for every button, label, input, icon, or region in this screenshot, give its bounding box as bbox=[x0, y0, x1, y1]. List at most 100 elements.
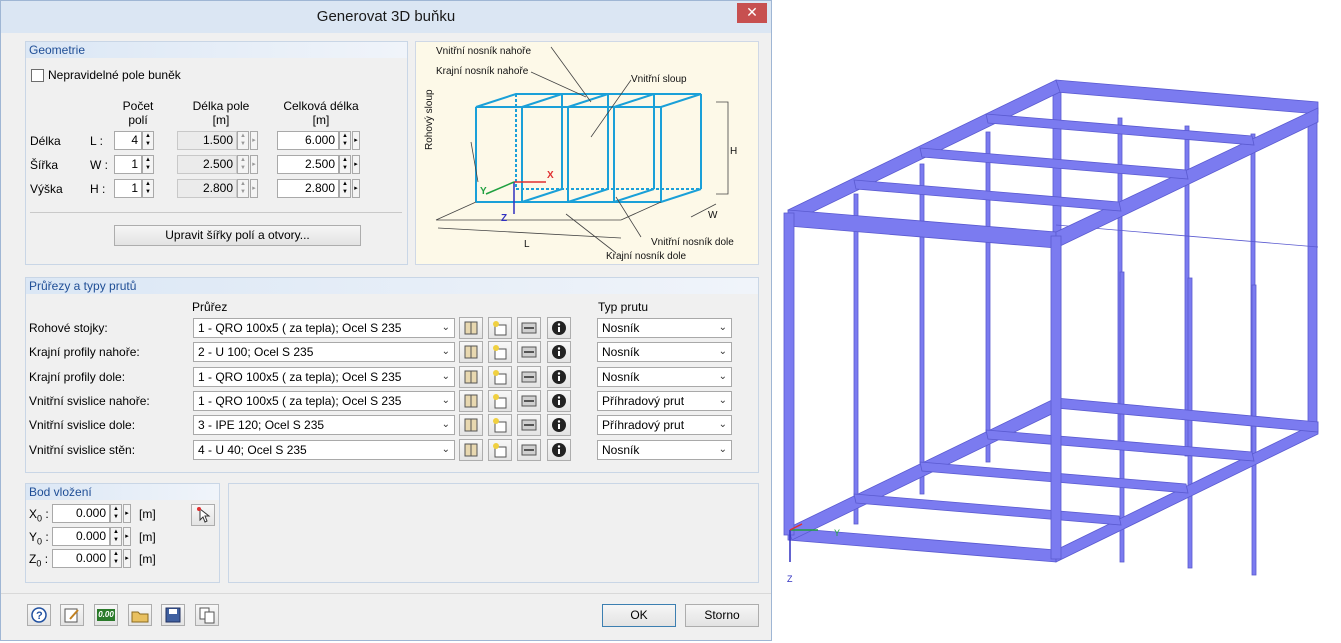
width-total-input[interactable]: 2.500 bbox=[277, 155, 339, 174]
section-row-label: Krajní profily nahoře: bbox=[29, 345, 140, 359]
insertion-coord-input[interactable]: 0.000 bbox=[52, 549, 110, 568]
title-bar[interactable]: Generovat 3D buňku ✕ bbox=[1, 1, 771, 33]
insertion-coord-spinner[interactable]: ▲ ▼ bbox=[110, 549, 122, 568]
pick-point-button[interactable] bbox=[191, 504, 215, 526]
height-total-spinner[interactable]: ▲ ▼ bbox=[339, 179, 351, 198]
help-icon: ? bbox=[31, 607, 47, 623]
library-button[interactable] bbox=[459, 414, 483, 436]
length-total-arrow[interactable]: ▸ bbox=[352, 131, 360, 150]
book-icon bbox=[464, 321, 478, 335]
model-axis-y: Y bbox=[834, 528, 841, 538]
sketch-label-inner-column: Vnitřní sloup bbox=[631, 74, 687, 85]
sketch-label-bottom-edge: Krajní nosník dole bbox=[606, 251, 687, 262]
open-button[interactable] bbox=[128, 604, 152, 626]
section-combo[interactable]: 1 - QRO 100x5 ( za tepla); Ocel S 235 ⌄ bbox=[193, 318, 455, 338]
length-field-spinner: ▲ ▼ bbox=[237, 131, 249, 150]
section-row-label: Vnitřní svislice nahoře: bbox=[29, 394, 150, 408]
info-button[interactable] bbox=[547, 366, 571, 388]
new-section-button[interactable] bbox=[488, 366, 512, 388]
member-type-combo[interactable]: Nosník ⌄ bbox=[597, 342, 732, 362]
section-combo-value: 4 - U 40; Ocel S 235 bbox=[198, 443, 307, 457]
member-type-combo[interactable]: Příhradový prut ⌄ bbox=[597, 415, 732, 435]
height-total-input[interactable]: 2.800 bbox=[277, 179, 339, 198]
new-section-button[interactable] bbox=[488, 317, 512, 339]
section-combo[interactable]: 4 - U 40; Ocel S 235 ⌄ bbox=[193, 440, 455, 460]
insertion-coord-label: X0 : bbox=[29, 507, 49, 524]
member-type-combo[interactable]: Nosník ⌄ bbox=[597, 318, 732, 338]
chevron-down-icon: ⌄ bbox=[441, 444, 450, 455]
new-section-button[interactable] bbox=[488, 414, 512, 436]
width-field-input: 2.500 bbox=[177, 155, 237, 174]
ok-button[interactable]: OK bbox=[602, 604, 676, 627]
edit-section-icon bbox=[521, 419, 537, 431]
edit-button[interactable] bbox=[60, 604, 84, 626]
info-button[interactable] bbox=[547, 439, 571, 461]
info-button[interactable] bbox=[547, 390, 571, 412]
save-button[interactable] bbox=[161, 604, 185, 626]
book-icon bbox=[464, 394, 478, 408]
width-count-spinner[interactable]: ▲ ▼ bbox=[142, 155, 154, 174]
sketch-label-bottom-inner: Vnitřní nosník dole bbox=[651, 237, 734, 248]
edit-section-icon bbox=[521, 395, 537, 407]
library-button[interactable] bbox=[459, 366, 483, 388]
cursor-pick-icon bbox=[197, 507, 211, 523]
insertion-coord-spinner[interactable]: ▲ ▼ bbox=[110, 527, 122, 546]
edit-section-button[interactable] bbox=[517, 366, 541, 388]
height-total-arrow[interactable]: ▸ bbox=[352, 179, 360, 198]
edit-section-button[interactable] bbox=[517, 390, 541, 412]
length-count-input[interactable]: 4 bbox=[114, 131, 142, 150]
width-total-spinner[interactable]: ▲ ▼ bbox=[339, 155, 351, 174]
insertion-coord-arrow[interactable]: ▸ bbox=[123, 504, 131, 523]
library-button[interactable] bbox=[459, 439, 483, 461]
sketch-label-top-edge: Krajní nosník nahoře bbox=[436, 66, 529, 77]
width-field-arrow: ▸ bbox=[250, 155, 258, 174]
edit-section-button[interactable] bbox=[517, 317, 541, 339]
member-type-value: Nosník bbox=[602, 345, 640, 359]
info-button[interactable] bbox=[547, 317, 571, 339]
adjust-widths-button[interactable]: Upravit šířky polí a otvory... bbox=[114, 225, 361, 246]
edit-section-icon bbox=[521, 346, 537, 358]
library-button[interactable] bbox=[459, 317, 483, 339]
section-combo[interactable]: 1 - QRO 100x5 ( za tepla); Ocel S 235 ⌄ bbox=[193, 391, 455, 411]
info-button[interactable] bbox=[547, 341, 571, 363]
edit-section-button[interactable] bbox=[517, 414, 541, 436]
units-button[interactable]: 0.00 bbox=[94, 604, 118, 626]
insertion-coord-input[interactable]: 0.000 bbox=[52, 504, 110, 523]
new-section-button[interactable] bbox=[488, 341, 512, 363]
info-button[interactable] bbox=[547, 414, 571, 436]
member-type-combo[interactable]: Nosník ⌄ bbox=[597, 440, 732, 460]
sketch-label-top-inner: Vnitřní nosník nahoře bbox=[436, 46, 532, 57]
length-total-spinner[interactable]: ▲ ▼ bbox=[339, 131, 351, 150]
insertion-coord-spinner[interactable]: ▲ ▼ bbox=[110, 504, 122, 523]
book-icon bbox=[464, 370, 478, 384]
cancel-button[interactable]: Storno bbox=[685, 604, 759, 627]
height-count-input[interactable]: 1 bbox=[114, 179, 142, 198]
insertion-coord-input[interactable]: 0.000 bbox=[52, 527, 110, 546]
footer-divider bbox=[1, 593, 771, 594]
member-type-combo[interactable]: Příhradový prut ⌄ bbox=[597, 391, 732, 411]
edit-section-button[interactable] bbox=[517, 439, 541, 461]
new-section-button[interactable] bbox=[488, 439, 512, 461]
insertion-coord-arrow[interactable]: ▸ bbox=[123, 527, 131, 546]
height-count-spinner[interactable]: ▲ ▼ bbox=[142, 179, 154, 198]
length-field-input: 1.500 bbox=[177, 131, 237, 150]
copy-button[interactable] bbox=[195, 604, 219, 626]
width-count-input[interactable]: 1 bbox=[114, 155, 142, 174]
section-combo[interactable]: 2 - U 100; Ocel S 235 ⌄ bbox=[193, 342, 455, 362]
close-button[interactable]: ✕ bbox=[737, 3, 767, 23]
section-combo[interactable]: 3 - IPE 120; Ocel S 235 ⌄ bbox=[193, 415, 455, 435]
length-total-input[interactable]: 6.000 bbox=[277, 131, 339, 150]
section-combo[interactable]: 1 - QRO 100x5 ( za tepla); Ocel S 235 ⌄ bbox=[193, 367, 455, 387]
insertion-coord-arrow[interactable]: ▸ bbox=[123, 549, 131, 568]
model-view[interactable]: Y Z bbox=[778, 70, 1328, 590]
edit-section-button[interactable] bbox=[517, 341, 541, 363]
library-button[interactable] bbox=[459, 341, 483, 363]
new-section-button[interactable] bbox=[488, 390, 512, 412]
width-total-arrow[interactable]: ▸ bbox=[352, 155, 360, 174]
chevron-down-icon: ⌄ bbox=[441, 395, 450, 406]
help-button[interactable]: ? bbox=[27, 604, 51, 626]
irregular-grid-checkbox[interactable] bbox=[31, 69, 44, 82]
length-count-spinner[interactable]: ▲ ▼ bbox=[142, 131, 154, 150]
member-type-combo[interactable]: Nosník ⌄ bbox=[597, 367, 732, 387]
library-button[interactable] bbox=[459, 390, 483, 412]
